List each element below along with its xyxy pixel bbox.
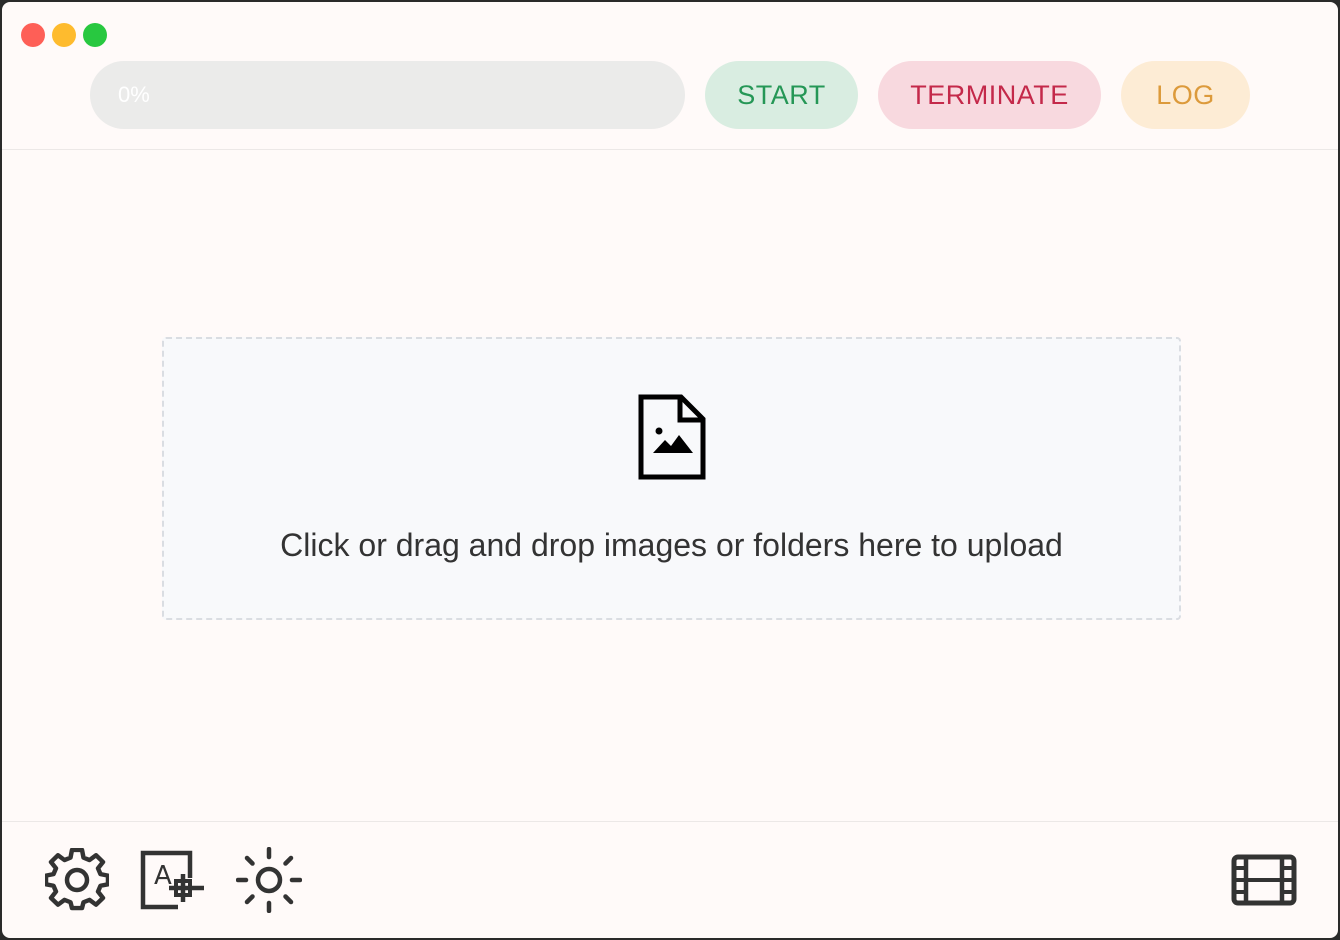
log-button[interactable]: LOG bbox=[1121, 61, 1250, 129]
header-divider bbox=[2, 149, 1338, 150]
sun-icon[interactable] bbox=[236, 847, 302, 913]
minimize-window-button[interactable] bbox=[52, 23, 76, 47]
progress-text: 0% bbox=[118, 82, 150, 107]
gear-icon[interactable] bbox=[44, 847, 110, 913]
toolbar: 0% START TERMINATE LOG bbox=[90, 60, 1250, 130]
window-controls bbox=[21, 23, 107, 47]
upload-dropzone[interactable]: Click or drag and drop images or folders… bbox=[162, 337, 1181, 620]
start-button[interactable]: START bbox=[705, 61, 858, 129]
progress-bar: 0% bbox=[90, 61, 685, 129]
footer-divider bbox=[2, 821, 1338, 822]
dropzone-text: Click or drag and drop images or folders… bbox=[280, 527, 1063, 563]
image-file-icon bbox=[637, 393, 707, 481]
app-window: 0% START TERMINATE LOG Click or drag and… bbox=[0, 0, 1340, 940]
font-add-icon[interactable]: A bbox=[140, 847, 206, 913]
close-window-button[interactable] bbox=[21, 23, 45, 47]
terminate-button[interactable]: TERMINATE bbox=[878, 61, 1101, 129]
film-icon[interactable] bbox=[1231, 847, 1297, 913]
maximize-window-button[interactable] bbox=[83, 23, 107, 47]
